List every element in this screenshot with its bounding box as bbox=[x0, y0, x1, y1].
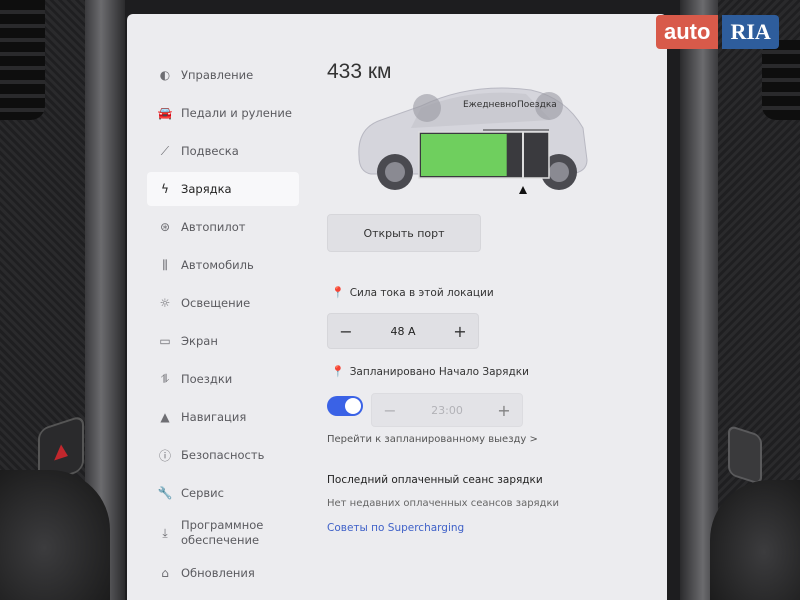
sidebar-item-service[interactable]: 🔧 Сервис bbox=[127, 476, 299, 510]
steering-wheel-icon: ⊛ bbox=[159, 220, 171, 234]
sidebar-item-label: Навигация bbox=[181, 410, 247, 424]
air-vent-left bbox=[0, 0, 45, 120]
scheduled-charging-label: 📍 Запланировано Начало Зарядки bbox=[331, 365, 529, 378]
sidebar-item-trips[interactable]: ⥮ Поездки bbox=[127, 362, 299, 396]
sidebar-item-navigation[interactable]: ▲ Навигация bbox=[127, 400, 299, 434]
bag-icon: ⌂ bbox=[161, 566, 169, 580]
sidebar-item-label: Поездки bbox=[181, 372, 233, 386]
time-decrease-button[interactable]: − bbox=[382, 401, 398, 420]
navigation-icon: ▲ bbox=[160, 410, 170, 424]
front-wheel-far bbox=[413, 94, 441, 122]
sidebar-item-label: Программное обеспечение bbox=[181, 518, 263, 548]
car-battery-graphic bbox=[358, 87, 588, 194]
sidebar-item-charging[interactable]: ϟ Зарядка bbox=[147, 172, 299, 206]
sidebar-item-label-line2: обеспечение bbox=[181, 533, 260, 547]
location-pin-icon: 📍 bbox=[331, 286, 345, 299]
suspension-icon: ⟋ bbox=[160, 143, 170, 158]
sidebar-item-label: Обновления bbox=[181, 566, 255, 580]
watermark-ria: RIA bbox=[722, 15, 779, 49]
current-increase-button[interactable]: + bbox=[452, 322, 468, 341]
sidebar-item-label: Безопасность bbox=[181, 448, 265, 462]
supercharging-tips-link[interactable]: Советы по Supercharging bbox=[327, 522, 464, 534]
scheduled-charging-toggle[interactable] bbox=[327, 396, 363, 416]
open-port-button[interactable]: Открыть порт bbox=[327, 214, 481, 252]
sidebar-item-display[interactable]: ▭ Экран bbox=[127, 324, 299, 358]
sidebar-item-vehicle[interactable]: ⫼ Автомобиль bbox=[127, 248, 299, 282]
scheduled-time-stepper: − 23:00 + bbox=[371, 393, 523, 427]
location-pin-icon: 📍 bbox=[331, 365, 345, 378]
last-session-title: Последний оплаченный сеанс зарядки bbox=[327, 474, 543, 486]
sun-icon: ☼ bbox=[159, 296, 171, 310]
sidebar-item-controls[interactable]: ◐ Управление bbox=[127, 58, 299, 92]
watermark-logo: auto RIA bbox=[656, 12, 779, 52]
scheduled-time-value: 23:00 bbox=[431, 403, 463, 417]
time-increase-button[interactable]: + bbox=[496, 401, 512, 420]
sidebar-item-label: Экран bbox=[181, 334, 218, 348]
sidebar-item-label: Автомобиль bbox=[181, 258, 254, 272]
download-icon: ⤓ bbox=[162, 525, 168, 540]
hazard-icon: ▲ bbox=[54, 437, 68, 463]
current-decrease-button[interactable]: − bbox=[338, 322, 354, 341]
trips-icon: ⥮ bbox=[160, 371, 170, 386]
air-vent-right bbox=[762, 40, 800, 120]
sidebar-item-safety[interactable]: ⓘ Безопасность bbox=[127, 438, 299, 472]
sidebar-item-autopilot[interactable]: ⊛ Автопилот bbox=[127, 210, 299, 244]
display-icon: ▭ bbox=[159, 334, 171, 348]
seat-left bbox=[0, 470, 110, 600]
toggle-icon: ◐ bbox=[159, 68, 171, 82]
settings-sidebar: ◐ Управление 🚘 Педали и руление ⟋ Подвес… bbox=[127, 58, 299, 594]
current-setting-label: 📍 Сила тока в этой локации bbox=[331, 286, 494, 299]
current-label-text: Сила тока в этой локации bbox=[349, 286, 494, 299]
limit-label-daily[interactable]: Ежедневно bbox=[463, 100, 517, 110]
sidebar-item-label: Управление bbox=[181, 68, 254, 82]
limit-label-trip[interactable]: Поездка bbox=[517, 100, 557, 110]
charge-limit-handle[interactable] bbox=[519, 186, 527, 194]
sidebar-item-label: Освещение bbox=[181, 296, 251, 310]
current-stepper: − 48 A + bbox=[327, 313, 479, 349]
toggle-knob bbox=[345, 398, 361, 414]
touchscreen: ◐ Управление 🚘 Педали и руление ⟋ Подвес… bbox=[127, 14, 667, 600]
sidebar-item-updates[interactable]: ⌂ Обновления bbox=[127, 556, 299, 590]
sidebar-item-label-line1: Программное bbox=[181, 518, 264, 532]
sidebar-item-label: Автопилот bbox=[181, 220, 246, 234]
sidebar-item-lighting[interactable]: ☼ Освещение bbox=[127, 286, 299, 320]
current-value: 48 A bbox=[390, 324, 416, 338]
sidebar-item-pedals-steering[interactable]: 🚘 Педали и руление bbox=[127, 96, 299, 130]
rear-wheel-hub bbox=[549, 162, 569, 182]
car-icon: 🚘 bbox=[157, 106, 173, 120]
wrench-icon: 🔧 bbox=[157, 486, 173, 500]
scheduled-departure-link[interactable]: Перейти к запланированному выезду > bbox=[327, 434, 538, 445]
sliders-icon: ⫼ bbox=[162, 257, 168, 272]
scheduled-label-text: Запланировано Начало Зарядки bbox=[349, 365, 529, 378]
sidebar-item-label: Зарядка bbox=[181, 182, 232, 196]
info-icon: ⓘ bbox=[158, 448, 171, 463]
battery-charge-level bbox=[421, 134, 507, 176]
sidebar-item-label: Подвеска bbox=[181, 144, 239, 158]
sidebar-item-label: Педали и руление bbox=[181, 106, 292, 120]
last-session-empty-text: Нет недавних оплаченных сеансов зарядки bbox=[327, 498, 560, 509]
sidebar-item-label: Сервис bbox=[181, 486, 224, 500]
screen-frame-right bbox=[680, 0, 718, 600]
bolt-icon: ϟ bbox=[161, 182, 169, 196]
front-wheel-hub bbox=[385, 162, 405, 182]
watermark-auto: auto bbox=[656, 15, 719, 49]
sidebar-item-suspension[interactable]: ⟋ Подвеска bbox=[127, 134, 299, 168]
sidebar-item-software[interactable]: ⤓ Программное обеспечение bbox=[127, 514, 299, 552]
